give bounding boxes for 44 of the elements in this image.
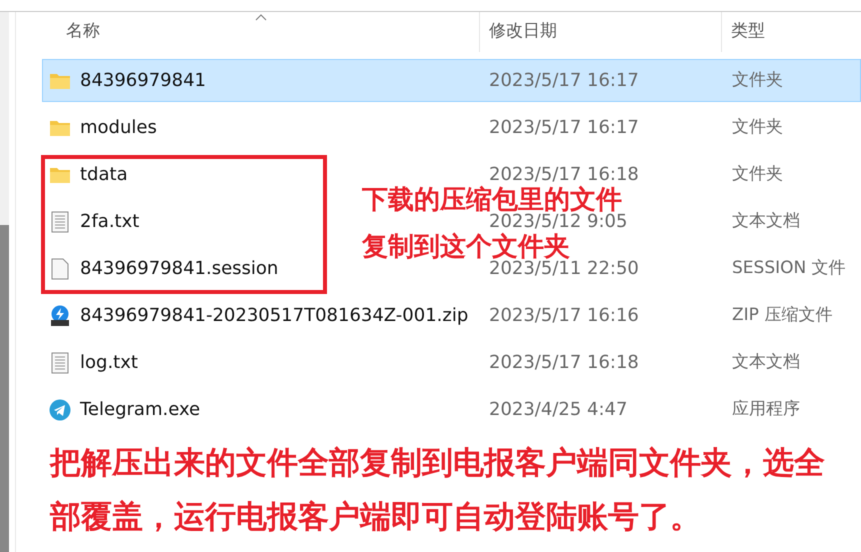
file-name: 84396979841.session [80, 257, 278, 281]
text-document-icon [51, 352, 69, 374]
file-type: 文本文档 [731, 210, 800, 233]
modified-date: 2023/5/17 16:17 [488, 116, 640, 140]
scrollbar[interactable] [0, 225, 9, 552]
folder-icon [49, 118, 71, 136]
file-name: tdata [80, 163, 128, 187]
file-name: 2fa.txt [80, 210, 140, 234]
file-type: 应用程序 [731, 398, 800, 421]
file-row[interactable]: Telegram.exe 2023/4/25 4:47 应用程序 [42, 388, 861, 431]
file-name: 84396979841-20230517T081634Z-001.zip [80, 304, 468, 328]
zip-archive-icon [49, 304, 71, 326]
file-row[interactable]: modules 2023/5/17 16:17 文件夹 [42, 106, 861, 149]
file-type: SESSION 文件 [731, 256, 846, 280]
modified-date: 2023/5/17 16:17 [488, 69, 640, 93]
modified-date: 2023/5/17 16:18 [488, 163, 640, 186]
column-header[interactable]: 类型 [731, 19, 765, 45]
blank-document-icon [51, 258, 69, 280]
file-row[interactable]: 84396979841 2023/5/17 16:17 文件夹 [42, 59, 861, 102]
file-name: Telegram.exe [80, 398, 200, 422]
modified-date: 2023/5/12 9:05 [489, 211, 628, 232]
column-header[interactable]: 修改日期 [489, 19, 557, 45]
file-type: ZIP 压缩文件 [731, 304, 832, 327]
file-type: 文本文档 [731, 350, 800, 374]
file-name: log.txt [80, 351, 138, 375]
file-row[interactable]: 84396979841-20230517T081634Z-001.zip 2023/5/17 16:16 ZIP 压缩文件 [42, 294, 861, 337]
modified-date: 2023/5/17 16:16 [488, 304, 640, 328]
file-type: 文件夹 [731, 116, 783, 139]
modified-date: 2023/4/25 4:47 [488, 398, 628, 422]
file-name: modules [80, 116, 157, 140]
folder-icon [49, 72, 71, 90]
modified-date: 2023/5/17 16:18 [488, 351, 640, 375]
annotation-text: 下载的压缩包里的文件 [362, 187, 622, 214]
file-name: 84396979841 [80, 69, 206, 93]
instruction-text: 把解压出来的文件全部复制到电报客户端同文件夹，选全部覆盖，运行电报客户端即可自动登陆账号了。 [50, 444, 826, 537]
file-row[interactable]: log.txt 2023/5/17 16:18 文本文档 [42, 341, 861, 384]
paper-plane-icon [49, 398, 71, 420]
folder-icon [49, 166, 71, 184]
column-header[interactable]: 名称 [66, 19, 100, 45]
annotation-text: 复制到这个文件夹 [362, 234, 570, 261]
modified-date: 2023/5/11 22:50 [489, 258, 640, 281]
text-document-icon [51, 210, 69, 232]
file-type: 文件夹 [731, 68, 783, 92]
file-type: 文件夹 [731, 162, 783, 186]
